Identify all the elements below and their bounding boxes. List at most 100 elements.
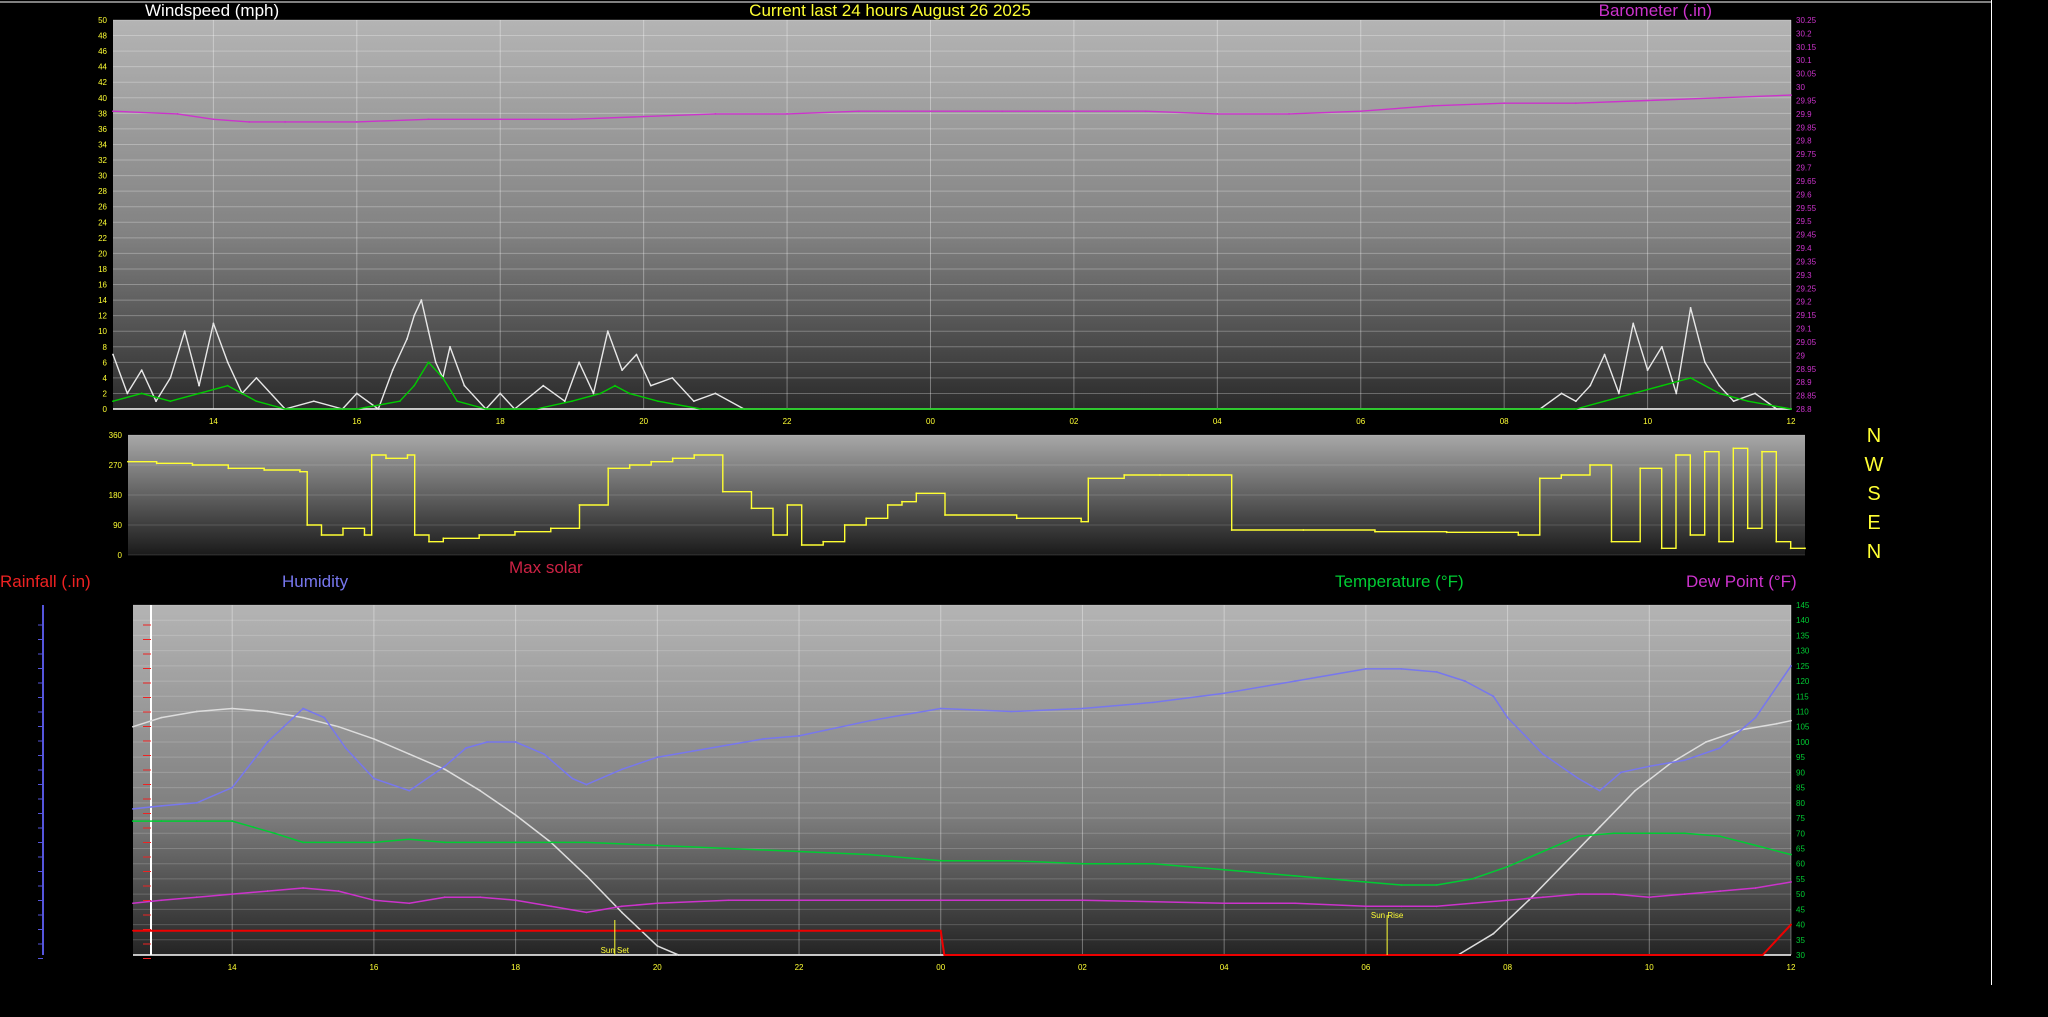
windspeed-time-ticks: 14 16 18 20 22 00 02 04 06 08 10 12 [209,417,1796,426]
rain-point [1790,923,1792,926]
dewpoint-point [1506,899,1509,902]
solar-point [1492,932,1495,935]
dewpoint-point [656,902,659,905]
wind-point [449,345,451,348]
wind-point [1775,408,1778,410]
windspeed-tick-label: 30 [98,172,107,181]
wind-direction-point [1087,477,1090,480]
solar-point [132,725,134,728]
temperature-title: Temperature (°F) [1335,572,1464,591]
wind-point [1689,306,1692,309]
windspeed-tick-label: 48 [98,32,107,41]
humidity-point [585,783,588,786]
temperature-tick-label: 45 [1796,905,1805,914]
wind-point [649,384,652,387]
wind-point [140,369,143,371]
wind-direction-point [865,517,868,520]
windspeed-tick-label: 8 [103,343,108,352]
wind-point [635,353,638,356]
time-tick-label: 06 [1356,417,1365,426]
solar-point [1790,719,1792,722]
humidity-point [195,801,198,804]
wind-point [1560,392,1563,395]
temperature-point [1364,881,1367,883]
gust-point [1661,384,1663,387]
temperature-point [1683,832,1686,835]
barometer-tick-label: 30 [1796,83,1805,92]
barometer-point [1431,104,1434,107]
gust-point [628,392,631,395]
wind-point [420,299,423,301]
direction-tick-label: 180 [109,491,123,500]
wind-direction-point [800,544,803,546]
wind-point [499,392,502,395]
dewpoint-point [1081,899,1084,902]
time-tick-label: 02 [1078,963,1087,972]
wind-direction-point [843,524,846,526]
wind-direction-point [1746,527,1749,530]
dewpoint-point [1471,902,1474,905]
rainfall-side-scale [38,605,44,959]
wind-direction-point [1517,534,1520,536]
humidity-point [443,765,446,768]
dewpoint-point [1542,896,1544,899]
windspeed-title: Windspeed (mph) [145,1,279,20]
dewpoint-point [1719,890,1722,892]
dew-point-title: Dew Point (°F) [1686,572,1797,591]
barometer-point [929,110,932,113]
barometer-tick-label: 29.4 [1796,244,1812,253]
wind-direction-point [263,469,266,471]
barometer-tick-label: 29 [1796,351,1805,360]
gust-point [614,384,616,387]
temperature-tick-label: 80 [1796,799,1805,808]
temperature-tick-label: 125 [1796,662,1810,671]
temperature-point [656,844,659,847]
wind-point [1603,353,1606,356]
wind-direction-point [320,534,323,536]
temperature-point [1648,832,1651,835]
wind-point [714,392,717,395]
wind-point [1661,345,1663,348]
wind-point [126,392,129,395]
windspeed-tick-label: 2 [103,389,108,398]
wind-point [1704,361,1706,364]
compass-labels: N W S E N [1862,422,1886,567]
humidity-point [543,753,545,756]
wind-point [1632,322,1635,325]
barometer-point [1288,112,1290,115]
barometer-title: Barometer (.in) [1599,1,1712,20]
barometer-tick-label: 29.45 [1796,231,1817,240]
barometer-point [714,112,717,115]
temperature-tick-label: 40 [1796,921,1805,930]
temperature-tick-label: 35 [1796,936,1805,945]
wind-point [1617,392,1620,395]
barometer-tick-label: 29.55 [1796,204,1817,213]
humidity-point [727,744,730,746]
wind-direction-point [1703,450,1706,453]
temperature-point [1010,859,1013,862]
barometer-point [112,110,114,113]
temperature-tick-label: 135 [1796,631,1810,640]
temperature-point [1719,835,1722,838]
barometer-tick-label: 29.15 [1796,311,1817,320]
temperature-point [585,841,588,844]
humidity-point [798,734,800,737]
windspeed-tick-label: 18 [98,265,107,274]
solar-point [266,710,269,713]
time-tick-label: 04 [1220,963,1229,972]
temperature-point [160,820,163,822]
wind-point [427,330,430,333]
dewpoint-point [1294,902,1296,905]
humidity-point [373,777,375,780]
wind-point [255,376,258,379]
wind-point [671,376,674,379]
dewpoint-point [132,902,134,905]
humidity-point [1492,695,1495,698]
humidity-point [571,777,574,780]
temperature-tick-label: 90 [1796,768,1805,777]
dewpoint-point [550,905,552,908]
temperature-tick-label: 30 [1796,951,1805,960]
barometer-point [176,112,179,115]
dewpoint-point [443,896,446,899]
dewpoint-point [939,899,942,902]
